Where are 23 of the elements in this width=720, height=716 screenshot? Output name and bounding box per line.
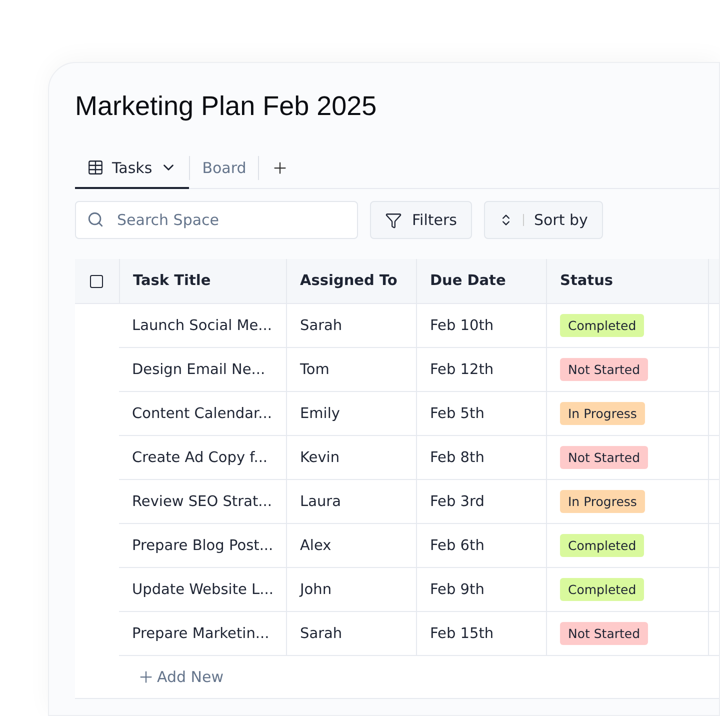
column-header: Due Date (416, 259, 546, 303)
search-icon (87, 211, 104, 228)
status-tag: Completed (560, 578, 644, 601)
add-new-button[interactable]: Add New (137, 668, 224, 686)
page-title: Marketing Plan Feb 2025 (75, 91, 378, 122)
view-tab[interactable]: Board (190, 148, 258, 188)
status-tag: Not Started (560, 446, 648, 469)
column-header: Assigned To (286, 259, 416, 303)
column-header: Task Title (119, 259, 286, 303)
status-tag: In Progress (560, 402, 645, 425)
view-tab[interactable]: Tasks (75, 148, 190, 188)
status-tag: Not Started (560, 358, 648, 381)
filters-button[interactable]: Filters (370, 201, 472, 239)
status-tag: Completed (560, 314, 644, 337)
checkbox[interactable] (90, 274, 103, 288)
status-tag: Completed (560, 534, 644, 557)
column-header: Status (546, 259, 708, 303)
sort-button[interactable]: Sort by (484, 201, 603, 239)
filter-icon (385, 212, 402, 228)
status-tag: In Progress (560, 490, 645, 513)
table-icon (87, 159, 104, 176)
search-field[interactable]: Search Space (75, 201, 358, 239)
status-tag: Not Started (560, 622, 648, 645)
